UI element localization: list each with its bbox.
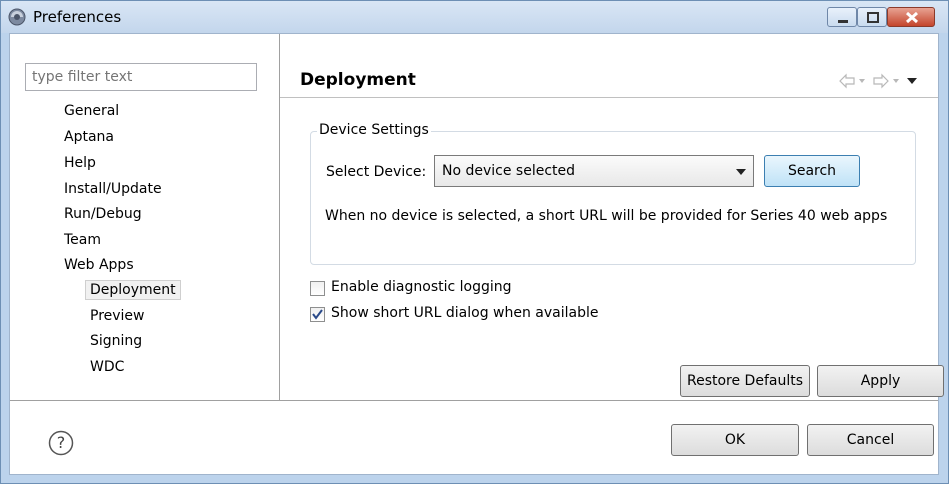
tree-item-install-update[interactable]: Install/Update [64, 181, 162, 197]
tree-item-general[interactable]: General [64, 103, 119, 119]
dropdown-icon[interactable] [859, 79, 865, 83]
help-icon[interactable]: ? [48, 430, 74, 456]
maximize-button[interactable] [857, 7, 887, 27]
preferences-window: Preferences General Aptana Help Install/… [0, 0, 949, 484]
restore-defaults-button[interactable]: Restore Defaults [680, 365, 810, 397]
device-select-value: No device selected [442, 163, 576, 179]
tree-item-deployment[interactable]: Deployment [85, 280, 181, 300]
tree-item-run-debug[interactable]: Run/Debug [64, 206, 142, 222]
back-arrow-icon[interactable] [839, 73, 855, 89]
svg-text:?: ? [57, 433, 66, 452]
window-title: Preferences [33, 8, 122, 26]
device-settings-title: Device Settings [317, 122, 431, 138]
app-icon [8, 8, 26, 26]
apply-button[interactable]: Apply [817, 365, 944, 397]
tree-item-team[interactable]: Team [64, 232, 101, 248]
close-icon [905, 11, 919, 24]
tree-item-signing[interactable]: Signing [90, 333, 142, 349]
minimize-icon [838, 20, 848, 23]
tree-item-web-apps[interactable]: Web Apps [64, 257, 134, 273]
forward-arrow-icon[interactable] [873, 73, 889, 89]
title-bar[interactable]: Preferences [1, 1, 948, 33]
close-button[interactable] [887, 7, 935, 27]
tree-item-aptana[interactable]: Aptana [64, 129, 114, 145]
select-device-label: Select Device: [326, 164, 427, 180]
filter-input[interactable] [25, 63, 257, 91]
tree-item-wdc[interactable]: WDC [90, 359, 124, 375]
dialog-body: General Aptana Help Install/Update Run/D… [9, 33, 944, 475]
checkmark-icon [312, 309, 323, 320]
short-url-dialog-label[interactable]: Show short URL dialog when available [331, 305, 598, 321]
cancel-button[interactable]: Cancel [807, 424, 934, 456]
title-separator [280, 97, 938, 98]
tree-item-help[interactable]: Help [64, 155, 96, 171]
page-navigation [839, 73, 917, 89]
maximize-icon [867, 12, 879, 23]
ok-button[interactable]: OK [671, 424, 799, 456]
device-settings-group [310, 131, 916, 265]
search-button[interactable]: Search [764, 155, 860, 187]
preference-page: Deployment Device Settings Select Device… [280, 34, 944, 400]
preference-tree-panel: General Aptana Help Install/Update Run/D… [10, 34, 280, 400]
footer-separator [10, 400, 938, 401]
page-title: Deployment [300, 70, 416, 90]
minimize-button[interactable] [827, 7, 857, 27]
diagnostic-logging-label[interactable]: Enable diagnostic logging [331, 279, 512, 295]
device-hint-text: When no device is selected, a short URL … [325, 208, 888, 224]
chevron-down-icon [736, 169, 746, 175]
tree-item-preview[interactable]: Preview [90, 308, 145, 324]
dropdown-icon[interactable] [893, 79, 899, 83]
view-menu-icon[interactable] [907, 78, 917, 84]
device-select[interactable]: No device selected [434, 155, 754, 187]
short-url-dialog-checkbox[interactable] [310, 307, 325, 322]
diagnostic-logging-checkbox[interactable] [310, 281, 325, 296]
